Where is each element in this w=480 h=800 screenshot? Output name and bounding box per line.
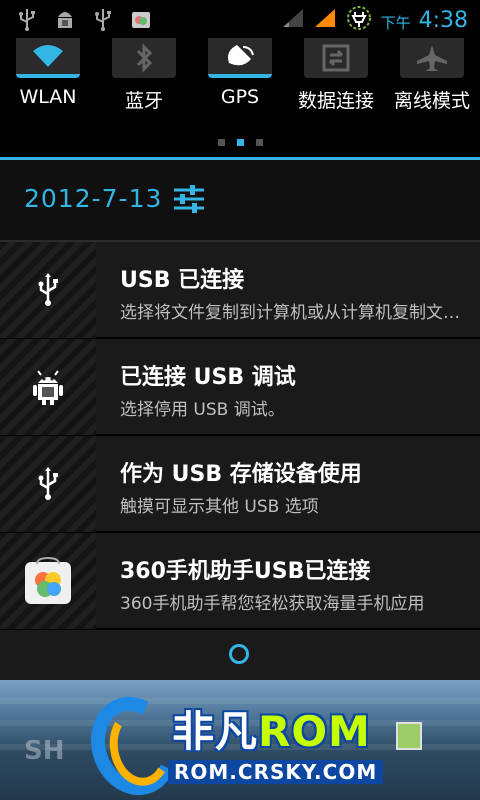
date-label: 2012-7-13 [24, 184, 163, 213]
page-dot [255, 139, 263, 146]
settings-button[interactable] [172, 182, 206, 216]
brand-name-part2: ROM [258, 707, 371, 756]
signal-icon [313, 7, 337, 33]
toggle-label: 离线模式 [393, 90, 470, 112]
android-debug-icon [52, 6, 78, 32]
gps-icon [208, 38, 272, 78]
charging-icon [345, 4, 373, 36]
brand-url: ROM.CRSKY.COM [168, 760, 384, 784]
status-bar: 下午 4:38 [0, 0, 480, 38]
page-dot-active [236, 139, 244, 146]
system-tray: 下午 4:38 [281, 4, 468, 36]
notification-title: USB 已连接 [120, 268, 245, 293]
signal-icon [281, 7, 305, 33]
app-notification-icon [128, 6, 154, 32]
time-ampm: 下午 [380, 13, 411, 32]
wifi-icon [16, 38, 80, 78]
clock: 4:38 [418, 7, 468, 33]
notification-text: 选择将文件复制到计算机或从计算机复制文件。 [120, 303, 460, 323]
widget-icon [396, 722, 422, 750]
close-handle-area[interactable] [0, 630, 480, 680]
data-connection-icon [304, 38, 368, 78]
wallpaper: SH 非凡ROM ROM.CRSKY.COM [0, 680, 480, 800]
usb-icon [0, 436, 96, 532]
notification-usb-storage[interactable]: 作为 USB 存储设备使用 触摸可显示其他 USB 选项 [0, 436, 480, 532]
notification-usb-debugging[interactable]: 已连接 USB 调试 选择停用 USB 调试。 [0, 339, 480, 435]
date-header: 2012-7-13 [0, 160, 480, 240]
page-dot [217, 139, 225, 146]
notification-text: 选择停用 USB 调试。 [120, 400, 285, 420]
usb-icon [90, 6, 116, 32]
notification-title: 360手机助手USB已连接 [120, 559, 371, 584]
sliders-icon [174, 185, 204, 213]
usb-icon [0, 242, 96, 338]
brand-name: 非凡ROM [172, 698, 371, 759]
android-debug-icon [0, 339, 96, 435]
notification-icons [14, 6, 154, 32]
notification-text: 360手机助手帮您轻松获取海量手机应用 [120, 594, 425, 614]
drag-handle-icon[interactable] [229, 644, 249, 664]
wallpaper-partial-text: SH [24, 736, 65, 766]
brand-name-part1: 非凡 [172, 707, 259, 756]
notification-title: 作为 USB 存储设备使用 [120, 462, 362, 487]
usb-icon [14, 6, 40, 32]
airplane-icon [400, 38, 464, 78]
notification-text: 触摸可显示其他 USB 选项 [120, 497, 319, 517]
page-indicator [0, 139, 480, 146]
notification-usb-connected[interactable]: USB 已连接 选择将文件复制到计算机或从计算机复制文件。 [0, 242, 480, 338]
bluetooth-icon [112, 38, 176, 78]
quick-settings: WLAN 蓝牙 GPS 数据连接 离线模式 [0, 38, 480, 158]
notification-360-assistant[interactable]: 360手机助手USB已连接 360手机助手帮您轻松获取海量手机应用 [0, 533, 480, 629]
notification-title: 已连接 USB 调试 [120, 365, 296, 390]
app-360-icon [0, 533, 96, 629]
